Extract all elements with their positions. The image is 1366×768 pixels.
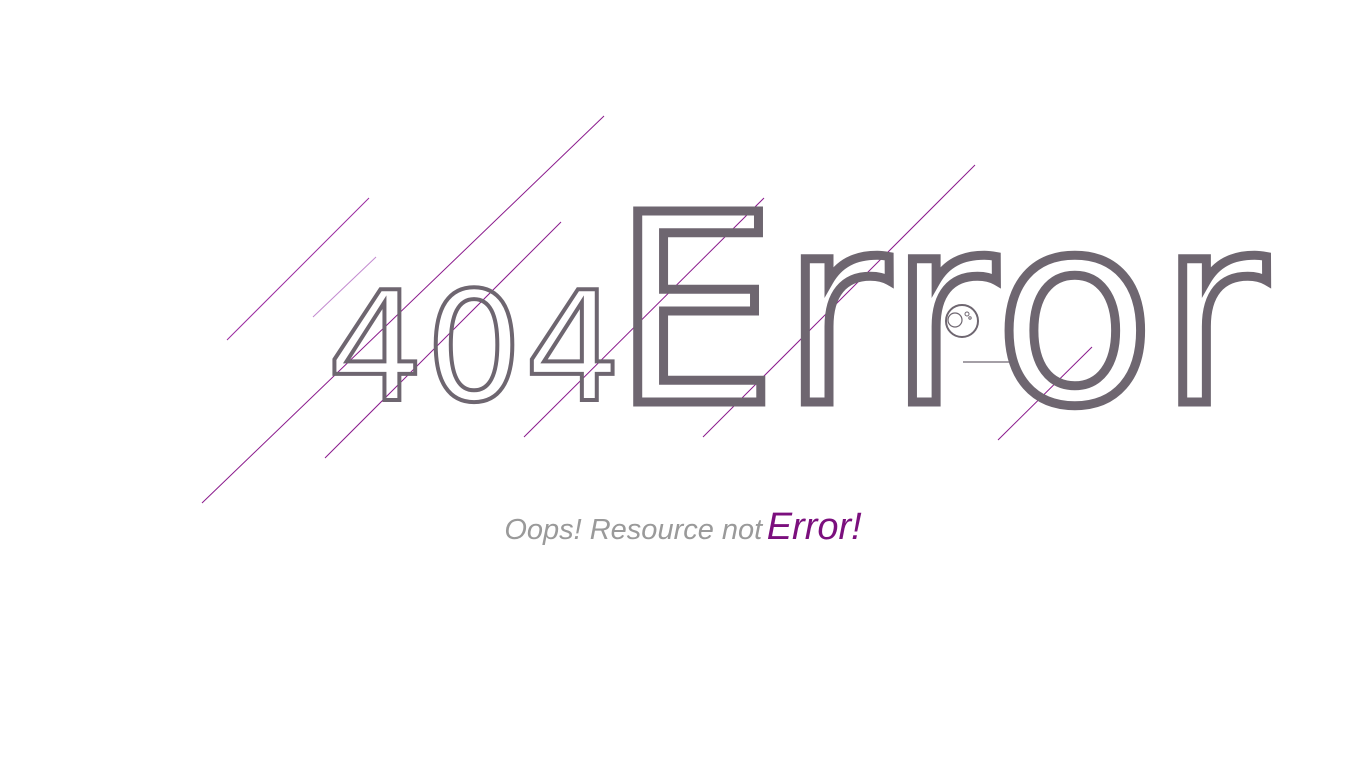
error-code: 404 [327,259,623,436]
subtitle: Oops! Resource not Error! [0,506,1366,549]
headline: 404 Error [325,155,1271,469]
subtitle-accent: Error! [766,506,862,548]
subtitle-lead: Oops! Resource not [504,514,763,546]
error-word: Error [612,159,1271,464]
error-page: 404 Error Oops! Resource not Error! [0,0,1366,768]
